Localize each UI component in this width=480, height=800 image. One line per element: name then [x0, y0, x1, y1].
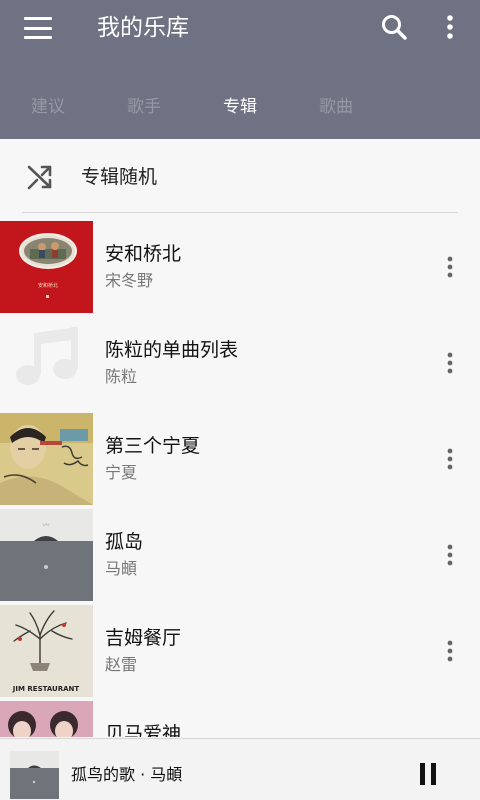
tab-bar: 建议 歌手 专辑 歌曲 [0, 84, 480, 130]
tab-songs[interactable]: 歌曲 [288, 84, 384, 130]
album-list[interactable]: 安和桥北 安和桥北 宋冬野 陈粒的单曲列表 陈粒 第三个宁夏 宁夏 〰 孤岛 马… [0, 221, 480, 737]
album-artist: 马頔 [105, 559, 138, 578]
album-item[interactable]: 安和桥北 安和桥北 宋冬野 [0, 221, 480, 317]
album-item[interactable]: JIM RESTAURANT 吉姆餐厅 赵雷 [0, 605, 480, 701]
hamburger-menu-icon[interactable] [22, 14, 54, 42]
more-vert-icon[interactable] [440, 543, 460, 567]
shuffle-label: 专辑随机 [81, 166, 158, 188]
album-cover [0, 701, 93, 737]
album-cover-title: JIM RESTAURANT [12, 685, 80, 693]
album-title: 吉姆餐厅 [105, 627, 182, 649]
now-playing-cover [10, 751, 59, 799]
page-title: 我的乐库 [97, 15, 189, 41]
more-vert-icon[interactable] [440, 447, 460, 471]
tab-suggestions[interactable]: 建议 [0, 84, 96, 130]
album-title: 第三个宁夏 [105, 435, 201, 457]
tab-albums[interactable]: 专辑 [192, 84, 288, 130]
album-cover: 〰 [0, 509, 93, 601]
album-title: 贝马爱神 [105, 723, 182, 737]
divider [22, 212, 458, 213]
album-cover [0, 413, 93, 505]
app-bar: 我的乐库 建议 歌手 专辑 歌曲 [0, 0, 480, 139]
album-cover-title: 安和桥北 [38, 282, 58, 289]
album-cover-placeholder [0, 317, 93, 409]
tab-artists[interactable]: 歌手 [96, 84, 192, 130]
album-artist: 赵雷 [105, 655, 138, 674]
album-item[interactable]: 贝马爱神 [0, 701, 480, 737]
svg-text:〰: 〰 [43, 521, 50, 529]
album-artist: 宁夏 [105, 463, 138, 482]
more-vert-icon[interactable] [438, 12, 462, 44]
album-cover: 安和桥北 [0, 221, 93, 313]
album-item[interactable]: 陈粒的单曲列表 陈粒 [0, 317, 480, 413]
album-title: 安和桥北 [105, 243, 182, 265]
more-vert-icon[interactable] [440, 351, 460, 375]
now-playing-bar[interactable]: 孤鸟的歌 · 马頔 [0, 738, 480, 800]
album-cover: JIM RESTAURANT [0, 605, 93, 697]
more-vert-icon[interactable] [440, 255, 460, 279]
album-shuffle-button[interactable]: 专辑随机 [0, 139, 480, 213]
search-icon[interactable] [378, 11, 412, 45]
album-title: 陈粒的单曲列表 [105, 339, 239, 361]
now-playing-title: 孤鸟的歌 · 马頔 [71, 765, 183, 784]
album-item[interactable]: 〰 孤岛 马頔 [0, 509, 480, 605]
more-vert-icon[interactable] [440, 639, 460, 663]
pause-icon[interactable] [415, 761, 441, 787]
shuffle-icon [26, 163, 54, 191]
album-artist: 宋冬野 [105, 271, 154, 290]
album-item[interactable]: 第三个宁夏 宁夏 [0, 413, 480, 509]
album-artist: 陈粒 [105, 367, 138, 386]
album-title: 孤岛 [105, 531, 144, 553]
